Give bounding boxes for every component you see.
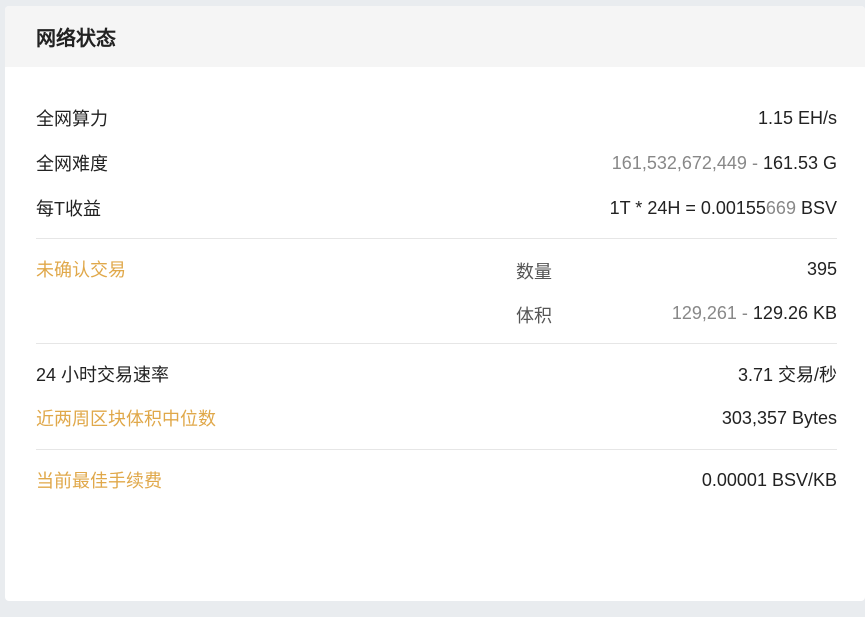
difficulty-separator: - xyxy=(746,152,763,173)
hashrate-label: 全网算力 xyxy=(36,109,108,129)
unconfirmed-count-row: 未确认交易 395 xyxy=(36,256,837,282)
unconfirmed-size-value: 129,261 - 129.26 KB xyxy=(672,303,837,324)
size-raw: 129,261 xyxy=(671,302,737,323)
earnings-value: 1T * 24H = 0.00155669 BSV xyxy=(610,198,837,219)
difficulty-label: 全网难度 xyxy=(36,154,108,174)
unconfirmed-size-row: 129,261 - 129.26 KB xyxy=(36,300,837,326)
earnings-unit: BSV xyxy=(795,197,837,218)
median-block-value: 303,357 Bytes xyxy=(721,407,837,428)
earnings-tail: 669 xyxy=(765,197,796,218)
card-title: 网络状态 xyxy=(5,6,865,67)
tx-rate-label: 24 小时交易速率 xyxy=(36,365,170,385)
fee-value: 0.00001 BSV/KB xyxy=(701,469,837,490)
unconfirmed-count-value: 395 xyxy=(806,258,837,279)
median-block-label: 近两周区块体积中位数 xyxy=(36,409,216,429)
unconfirmed-count-label: 数量 xyxy=(516,262,552,282)
earnings-prefix: 1T * 24H = 0.00155 xyxy=(609,197,766,218)
difficulty-value: 161,532,672,449 - 161.53 G xyxy=(612,153,837,174)
size-separator: - xyxy=(736,302,753,323)
divider xyxy=(36,238,837,239)
tx-rate-value: 3.71 交易/秒 xyxy=(737,365,837,385)
tx-rate-row: 24 小时交易速率 3.71 交易/秒 xyxy=(36,361,837,387)
difficulty-raw: 161,532,672,449 xyxy=(611,152,747,173)
earnings-row: 每T收益 1T * 24H = 0.00155669 BSV xyxy=(36,195,837,221)
network-status-card: 网络状态 全网算力 1.15 EH/s 全网难度 161,532,672,449… xyxy=(5,6,865,601)
divider xyxy=(36,449,837,450)
difficulty-row: 全网难度 161,532,672,449 - 161.53 G xyxy=(36,150,837,176)
unconfirmed-label: 未确认交易 xyxy=(36,260,126,280)
hashrate-value: 1.15 EH/s xyxy=(757,107,837,128)
size-short: 129.26 KB xyxy=(752,302,837,323)
fee-row: 当前最佳手续费 0.00001 BSV/KB xyxy=(36,467,837,493)
difficulty-short: 161.53 G xyxy=(762,152,837,173)
hashrate-row: 全网算力 1.15 EH/s xyxy=(36,105,837,131)
unconfirmed-size-label: 体积 xyxy=(516,306,552,326)
fee-label: 当前最佳手续费 xyxy=(36,471,162,491)
earnings-label: 每T收益 xyxy=(36,199,101,219)
divider xyxy=(36,343,837,344)
median-block-row: 近两周区块体积中位数 303,357 Bytes xyxy=(36,405,837,431)
